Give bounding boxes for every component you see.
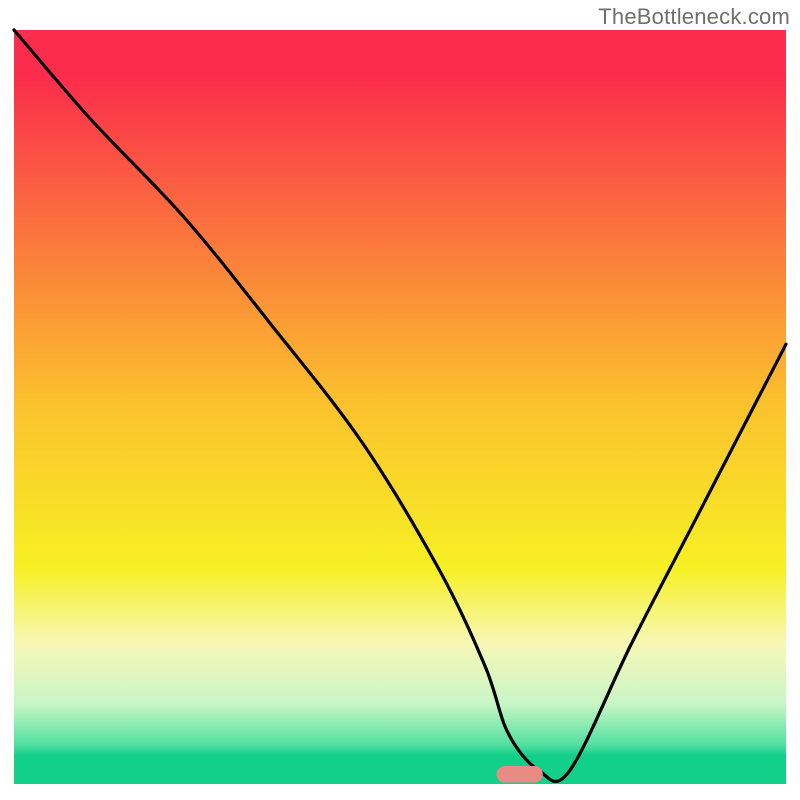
plot-background — [14, 30, 786, 778]
watermark-text: TheBottleneck.com — [598, 4, 790, 30]
bottleneck-chart: TheBottleneck.com — [0, 0, 800, 800]
optimal-marker — [497, 766, 543, 783]
x-axis-strip — [14, 778, 786, 784]
chart-svg — [0, 0, 800, 800]
